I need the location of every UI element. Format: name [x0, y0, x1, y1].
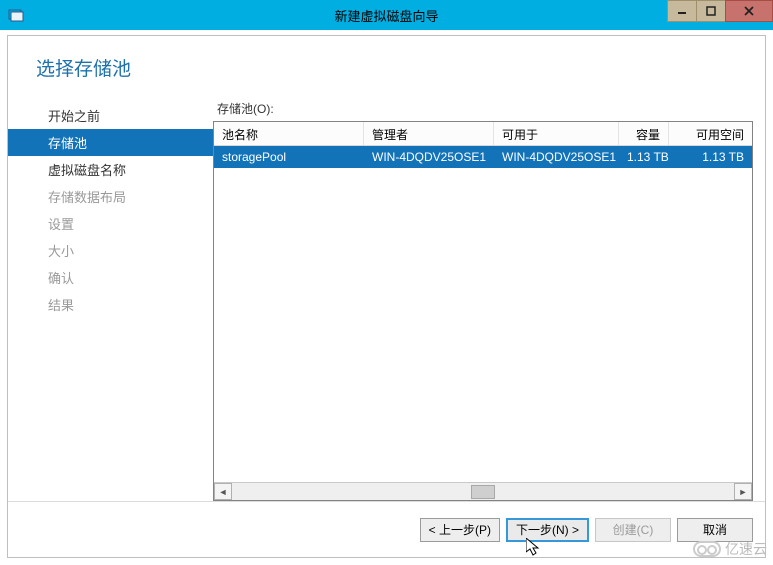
app-icon	[8, 7, 24, 23]
page-title: 选择存储池	[8, 36, 765, 94]
minimize-button[interactable]	[667, 0, 697, 22]
cancel-button[interactable]: 取消	[677, 518, 753, 542]
cell-available-to: WIN-4DQDV25OSE1	[494, 150, 619, 164]
step-storage-pool[interactable]: 存储池	[8, 129, 213, 156]
table-body: storagePool WIN-4DQDV25OSE1 WIN-4DQDV25O…	[214, 146, 752, 482]
table-row[interactable]: storagePool WIN-4DQDV25OSE1 WIN-4DQDV25O…	[214, 146, 752, 168]
scroll-right-icon[interactable]: ►	[734, 483, 752, 500]
maximize-button[interactable]	[696, 0, 726, 22]
step-virtual-disk-name[interactable]: 虚拟磁盘名称	[8, 156, 213, 183]
previous-button[interactable]: < 上一步(P)	[420, 518, 500, 542]
pane-label: 存储池(O):	[213, 94, 753, 121]
horizontal-scrollbar[interactable]: ◄ ►	[214, 482, 752, 500]
scroll-left-icon[interactable]: ◄	[214, 483, 232, 500]
steps-sidebar: 开始之前 存储池 虚拟磁盘名称 存储数据布局 设置 大小 确认 结果	[8, 94, 213, 501]
window-title: 新建虚拟磁盘向导	[0, 6, 773, 25]
close-button[interactable]	[725, 0, 773, 22]
step-data-layout: 存储数据布局	[8, 183, 213, 210]
step-settings: 设置	[8, 210, 213, 237]
scroll-thumb[interactable]	[471, 485, 495, 499]
create-button: 创建(C)	[595, 518, 671, 542]
window-buttons	[668, 0, 773, 22]
col-pool-name[interactable]: 池名称	[214, 122, 364, 145]
scroll-track[interactable]	[232, 483, 734, 500]
next-button[interactable]: 下一步(N) >	[506, 518, 589, 542]
table-header: 池名称 管理者 可用于 容量 可用空间	[214, 122, 752, 146]
step-confirm: 确认	[8, 264, 213, 291]
wizard-footer: < 上一步(P) 下一步(N) > 创建(C) 取消	[8, 501, 765, 557]
cell-pool-name: storagePool	[214, 150, 364, 164]
cell-capacity: 1.13 TB	[619, 150, 669, 164]
col-available-to[interactable]: 可用于	[494, 122, 619, 145]
step-before-begin[interactable]: 开始之前	[8, 102, 213, 129]
col-capacity[interactable]: 容量	[619, 122, 669, 145]
cell-manager: WIN-4DQDV25OSE1	[364, 150, 494, 164]
main-area: 开始之前 存储池 虚拟磁盘名称 存储数据布局 设置 大小 确认 结果 存储池(O…	[8, 94, 765, 501]
storage-pool-pane: 存储池(O): 池名称 管理者 可用于 容量 可用空间 storagePool …	[213, 94, 765, 501]
col-manager[interactable]: 管理者	[364, 122, 494, 145]
step-result: 结果	[8, 291, 213, 318]
cell-free: 1.13 TB	[669, 150, 752, 164]
storage-pool-table: 池名称 管理者 可用于 容量 可用空间 storagePool WIN-4DQD…	[213, 121, 753, 501]
titlebar: 新建虚拟磁盘向导	[0, 0, 773, 30]
wizard-content: 选择存储池 开始之前 存储池 虚拟磁盘名称 存储数据布局 设置 大小 确认 结果…	[7, 35, 766, 558]
col-free-space[interactable]: 可用空间	[669, 122, 752, 145]
step-size: 大小	[8, 237, 213, 264]
